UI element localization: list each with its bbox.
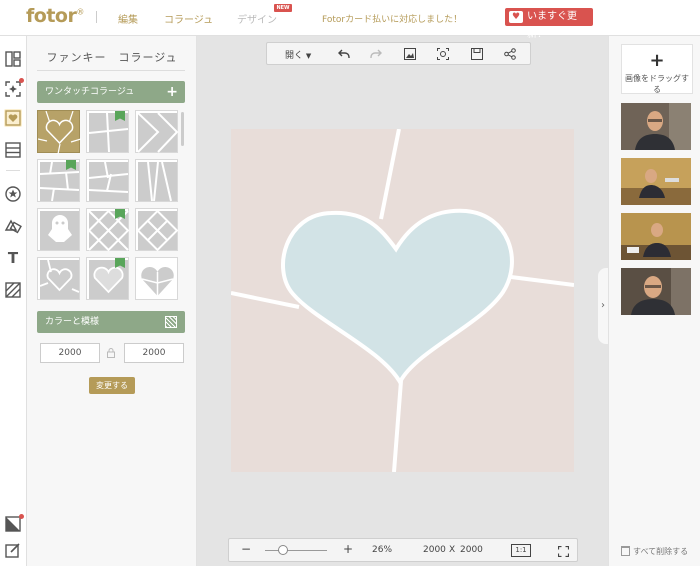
zoom-bar: − + 26% 2000 X 2000 1:1 bbox=[228, 538, 578, 562]
save-icon[interactable] bbox=[470, 47, 484, 61]
collage-layout bbox=[230, 128, 575, 473]
top-bar: fotor® 編集 コラージュ デザイン NEW Fotorカード払いに対応しま… bbox=[0, 0, 700, 40]
size-separator: X bbox=[449, 545, 456, 555]
template-tile[interactable] bbox=[37, 208, 80, 251]
photo-thumbnail[interactable] bbox=[621, 103, 691, 150]
zoom-out-button[interactable]: − bbox=[241, 542, 251, 556]
photo-panel: + 画像をドラッグする すべて削除する bbox=[608, 36, 700, 566]
template-tile[interactable] bbox=[86, 110, 129, 153]
template-tile[interactable] bbox=[135, 159, 178, 202]
notice-text[interactable]: Fotorカード払いに対応しました！ bbox=[322, 12, 462, 25]
width-input[interactable]: 2000 bbox=[40, 343, 100, 363]
zoom-slider-thumb[interactable] bbox=[278, 545, 288, 555]
sparkle-icon[interactable] bbox=[4, 78, 24, 98]
canvas-height: 2000 bbox=[460, 545, 483, 555]
shapes-icon[interactable] bbox=[4, 217, 22, 235]
collage-panel: ファンキー コラージュ ワンタッチコラージュ + カラーと模様 2000 200… bbox=[27, 36, 197, 566]
nav-collage[interactable]: コラージュ bbox=[164, 11, 213, 26]
caret-down-icon: ▼ bbox=[305, 52, 312, 60]
panel-divider bbox=[37, 70, 185, 71]
template-tile[interactable] bbox=[37, 257, 80, 300]
template-tile[interactable] bbox=[86, 208, 130, 252]
delete-all-label: すべて削除する bbox=[633, 547, 689, 556]
new-badge: NEW bbox=[274, 4, 292, 12]
heart-icon[interactable] bbox=[4, 109, 22, 127]
rows-icon[interactable] bbox=[4, 141, 22, 159]
star-icon[interactable] bbox=[4, 185, 22, 203]
fotor-logo[interactable]: fotor® bbox=[26, 5, 84, 27]
photo-thumbnail[interactable] bbox=[621, 158, 691, 205]
collage-canvas[interactable] bbox=[230, 128, 575, 473]
template-tile[interactable] bbox=[37, 110, 81, 154]
zoom-slider-track[interactable] bbox=[265, 550, 327, 551]
template-tile[interactable] bbox=[135, 110, 179, 153]
add-image-icon: + bbox=[649, 50, 665, 71]
nav-divider bbox=[96, 11, 97, 23]
lock-icon[interactable] bbox=[107, 348, 115, 358]
fullscreen-icon[interactable] bbox=[556, 544, 570, 558]
apply-button[interactable]: 変更する bbox=[89, 377, 135, 394]
pattern-icon[interactable] bbox=[165, 316, 177, 328]
panel-scrollbar[interactable] bbox=[181, 112, 184, 146]
template-tile[interactable] bbox=[37, 159, 80, 202]
chevron-right-icon: › bbox=[601, 300, 605, 311]
trash-icon bbox=[621, 546, 630, 556]
canvas-width: 2000 bbox=[423, 545, 446, 555]
one-touch-collage-bar[interactable]: ワンタッチコラージュ + bbox=[37, 81, 185, 103]
layout-icon[interactable] bbox=[4, 50, 22, 68]
image-icon[interactable] bbox=[403, 47, 417, 61]
color-pattern-bar[interactable]: カラーと模様 bbox=[37, 311, 185, 333]
upgrade-button[interactable]: ♥ いますぐ更新！ bbox=[505, 8, 593, 40]
image-drop-zone[interactable]: + 画像をドラッグする bbox=[621, 44, 693, 94]
open-menu[interactable]: 開く ▼ bbox=[285, 48, 311, 61]
nav-edit[interactable]: 編集 bbox=[118, 11, 138, 26]
share-icon[interactable] bbox=[503, 47, 517, 61]
ratio-button[interactable]: 1:1 bbox=[511, 544, 531, 557]
hatch-icon[interactable] bbox=[4, 281, 22, 299]
delete-all-button[interactable]: すべて削除する bbox=[621, 546, 688, 557]
undo-icon[interactable] bbox=[337, 47, 351, 61]
height-input[interactable]: 2000 bbox=[124, 343, 184, 363]
diamond-icon: ♥ bbox=[509, 11, 523, 23]
edit-icon[interactable] bbox=[4, 541, 22, 559]
color-pattern-label: カラーと模様 bbox=[45, 317, 100, 327]
rail-divider bbox=[6, 170, 20, 171]
drop-label: 画像をドラッグする bbox=[625, 74, 689, 94]
screenshot-icon[interactable] bbox=[436, 47, 450, 61]
nav-design[interactable]: デザイン bbox=[237, 11, 277, 26]
redo-icon[interactable] bbox=[369, 47, 383, 61]
upgrade-label: いますぐ更新！ bbox=[527, 11, 577, 40]
heart-cell[interactable] bbox=[281, 208, 514, 387]
one-touch-collage-label: ワンタッチコラージュ bbox=[45, 87, 135, 97]
template-tile[interactable] bbox=[86, 257, 129, 300]
canvas-toolbar: 開く ▼ bbox=[266, 42, 531, 65]
photo-thumbnail[interactable] bbox=[621, 213, 691, 260]
corner-icon[interactable] bbox=[4, 514, 24, 533]
template-tile[interactable] bbox=[135, 208, 179, 252]
text-icon[interactable]: T bbox=[4, 249, 22, 267]
template-tile[interactable] bbox=[135, 257, 178, 300]
template-tile[interactable] bbox=[86, 159, 129, 202]
plus-icon[interactable]: + bbox=[166, 81, 178, 103]
zoom-in-button[interactable]: + bbox=[343, 542, 353, 556]
notification-dot bbox=[19, 514, 24, 519]
tool-rail: T bbox=[0, 36, 27, 566]
open-label: 開く bbox=[285, 51, 304, 61]
zoom-level: 26% bbox=[372, 545, 393, 555]
collapse-right-panel-button[interactable]: › bbox=[598, 268, 608, 344]
photo-thumbnail[interactable] bbox=[621, 268, 691, 315]
panel-title: ファンキー コラージュ bbox=[46, 51, 178, 64]
notification-dot bbox=[19, 78, 24, 83]
